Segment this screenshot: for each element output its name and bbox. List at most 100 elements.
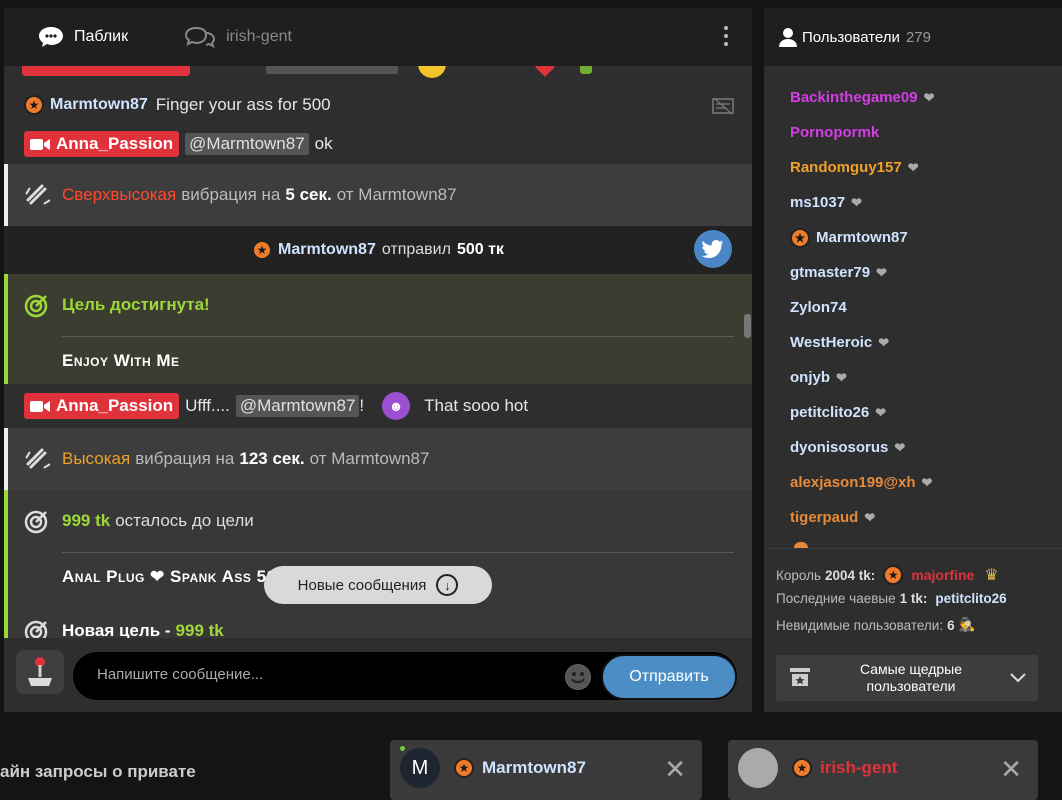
users-header: Пользователи 279 bbox=[764, 8, 1062, 66]
goal-reached-title: Цель достигнута! bbox=[62, 295, 210, 314]
chat-tabs: Паблик irish-gent bbox=[4, 8, 752, 66]
message-list: ★ Marmtown87 Finger your ass for 500 Ann… bbox=[4, 66, 752, 638]
tab-public[interactable]: Паблик bbox=[4, 8, 158, 66]
star-icon: ★ bbox=[24, 95, 44, 115]
user-list-item[interactable]: tigerpaud ❤ bbox=[764, 500, 1062, 535]
list-item: Anna_Passion @Marmtown87 ok bbox=[4, 124, 752, 164]
user-name: ms1037 bbox=[790, 194, 846, 211]
user-list-item[interactable]: onjyb ❤ bbox=[764, 360, 1062, 395]
user-list-item[interactable]: alexjason199@xh ❤ bbox=[764, 465, 1062, 500]
goal-remaining: 999 tk bbox=[62, 511, 111, 530]
user-list-item[interactable]: dyonisosorus ❤ bbox=[764, 430, 1062, 465]
tab-public-label: Паблик bbox=[74, 28, 129, 45]
mention[interactable]: @Marmtown87 bbox=[235, 395, 360, 417]
new-messages-label: Новые сообщения bbox=[297, 576, 427, 594]
user-name: WestHeroic bbox=[790, 334, 873, 351]
top-users-label: Самые щедрые пользователи bbox=[859, 661, 963, 694]
list-item: ★ Marmtown87 Finger your ass for 500 bbox=[4, 86, 752, 124]
username[interactable]: Marmtown87 bbox=[50, 96, 148, 114]
last-tip-label: Последние чаевые bbox=[776, 591, 896, 606]
send-button[interactable]: Отправить bbox=[601, 654, 737, 700]
model-badge[interactable]: Anna_Passion bbox=[24, 393, 180, 419]
model-badge[interactable]: Anna_Passion bbox=[24, 131, 180, 157]
vibration-from: от Marmtown87 bbox=[336, 185, 457, 204]
top-users-button[interactable]: Самые щедрые пользователи bbox=[776, 655, 1038, 701]
king-name[interactable]: majorfine bbox=[911, 567, 974, 583]
star-icon: ★ bbox=[454, 758, 474, 778]
king-line: Король 2004 tk: ★ majorfine ♛ bbox=[776, 565, 999, 585]
new-goal-amount: 999 tk bbox=[175, 621, 224, 638]
chat-bubbles-icon bbox=[185, 26, 216, 48]
close-icon[interactable]: ✕ bbox=[1000, 754, 1022, 785]
more-menu-icon[interactable] bbox=[724, 26, 728, 50]
username: Anna_Passion bbox=[56, 134, 174, 153]
user-name: Backinthegame09 bbox=[790, 89, 918, 106]
message-text: That sooo hot bbox=[424, 396, 529, 415]
smiley-icon[interactable] bbox=[565, 664, 591, 690]
user-name: Pornopormk bbox=[790, 124, 880, 141]
chat-panel: Паблик irish-gent ★ Marmtown87 Finger yo… bbox=[4, 8, 752, 712]
trophy-icon bbox=[790, 668, 810, 686]
heart-icon: ❤ bbox=[875, 404, 887, 420]
user-list-item[interactable]: petitclito26 ❤ bbox=[764, 395, 1062, 430]
user-list-item[interactable]: Randomguy157 ❤ bbox=[764, 150, 1062, 185]
close-icon[interactable]: ✕ bbox=[664, 754, 686, 785]
crown-icon: ♛ bbox=[984, 567, 999, 584]
invisible-label: Невидимые пользователи: bbox=[776, 617, 944, 633]
user-list-item[interactable]: WestHeroic ❤ bbox=[764, 325, 1062, 360]
message-text: Finger your ass for 500 bbox=[155, 95, 331, 114]
vibration-level: Высокая bbox=[62, 449, 131, 468]
pm-window-irish[interactable]: ★ irish-gent ✕ bbox=[728, 740, 1038, 800]
camera-icon bbox=[30, 400, 50, 412]
user-list-item[interactable]: ★ Marmtown87 bbox=[764, 220, 1062, 255]
heart-icon: ❤ bbox=[851, 194, 862, 210]
users-title: Пользователи bbox=[802, 28, 900, 46]
star-icon: ★ bbox=[792, 758, 812, 778]
target-icon bbox=[24, 620, 48, 638]
user-name: Randomguy157 bbox=[790, 159, 902, 176]
list-item bbox=[4, 66, 752, 86]
user-list-item[interactable]: Pornopormk bbox=[764, 115, 1062, 150]
message-input-wrap: Отправить bbox=[72, 651, 738, 701]
joystick-icon[interactable] bbox=[16, 650, 64, 694]
user-list-item[interactable]: gtmaster79 ❤ bbox=[764, 255, 1062, 290]
new-messages-button[interactable]: Новые сообщения ↓ bbox=[264, 566, 492, 604]
vibration-text: вибрация на bbox=[135, 449, 235, 468]
heart-icon: ❤ bbox=[864, 509, 876, 525]
scrollbar[interactable] bbox=[744, 314, 751, 338]
list-item: Anna_Passion Ufff.... @Marmtown87 ! ☻ Th… bbox=[4, 384, 752, 428]
pm-window-marmtown[interactable]: M ★ Marmtown87 ✕ bbox=[390, 740, 702, 800]
tab-private-label: irish-gent bbox=[226, 28, 292, 45]
user-icon bbox=[779, 28, 797, 47]
vibration-icon bbox=[25, 184, 50, 205]
vibration-duration: 123 сек. bbox=[239, 449, 305, 468]
last-tip-name[interactable]: petitclito26 bbox=[935, 591, 1006, 606]
devil-emoji-icon: ☻ bbox=[382, 392, 411, 420]
message-text: ok bbox=[314, 134, 333, 153]
user-name: Zylon74 bbox=[790, 299, 847, 316]
tab-private[interactable]: irish-gent bbox=[158, 8, 322, 66]
message-input[interactable] bbox=[97, 666, 537, 683]
camera-icon bbox=[30, 138, 50, 150]
target-icon bbox=[24, 294, 48, 318]
tip-amount: 500 тк bbox=[456, 241, 504, 258]
user-name: Marmtown87 bbox=[816, 229, 908, 246]
goal-remaining-text: осталось до цели bbox=[115, 511, 254, 530]
twitter-icon[interactable] bbox=[694, 230, 732, 268]
user-list-item[interactable]: ms1037 ❤ bbox=[764, 185, 1062, 220]
user-list-item[interactable]: Backinthegame09 ❤ bbox=[764, 80, 1062, 115]
mention[interactable]: @Marmtown87 bbox=[185, 133, 309, 155]
online-dot bbox=[400, 746, 405, 751]
username[interactable]: Marmtown87 bbox=[278, 241, 376, 259]
heart-icon: ❤ bbox=[836, 369, 847, 385]
new-goal-title: Новая цель - bbox=[62, 621, 171, 638]
user-list-item[interactable]: Zylon74 bbox=[764, 290, 1062, 325]
user-name: gtmaster79 bbox=[790, 264, 871, 281]
translate-icon[interactable] bbox=[712, 97, 734, 115]
invisible-line: Невидимые пользователи: 6 🕵 bbox=[776, 617, 975, 633]
heart-icon: ❤ bbox=[894, 439, 906, 455]
vibration-from: от Marmtown87 bbox=[309, 449, 430, 468]
last-tip-amount: 1 tk: bbox=[899, 591, 928, 606]
heart-icon: ❤ bbox=[876, 264, 887, 280]
king-amount: 2004 tk: bbox=[825, 567, 876, 583]
